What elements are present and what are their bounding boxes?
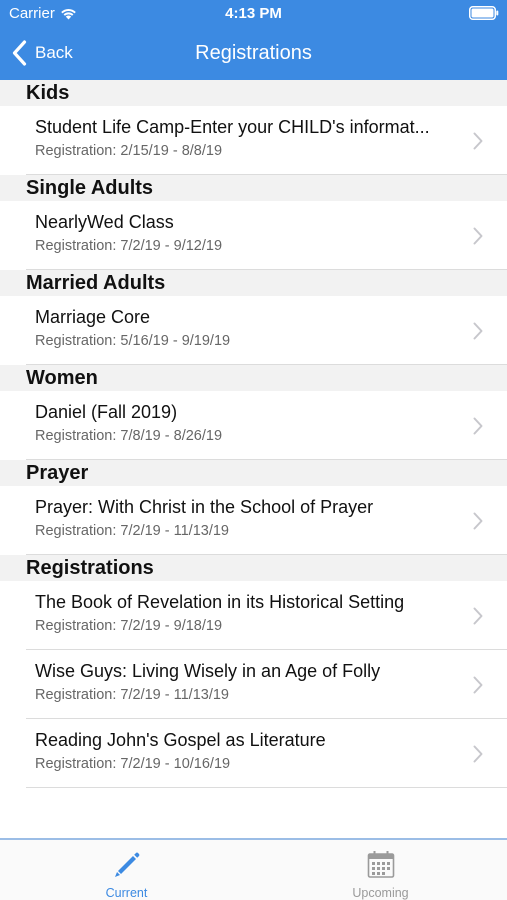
registration-title: Marriage Core xyxy=(35,307,151,327)
section-header: Prayer xyxy=(0,460,507,486)
row-divider xyxy=(26,364,507,365)
list-item[interactable]: Prayer: With Christ in the School of Pra… xyxy=(0,486,507,555)
registration-dates: Registration: 7/2/19 - 9/12/19 xyxy=(35,238,223,254)
row-divider xyxy=(26,459,507,460)
registration-dates: Registration: 7/2/19 - 9/18/19 xyxy=(35,618,223,634)
registration-dates: Registration: 7/2/19 - 11/13/19 xyxy=(35,687,229,703)
chevron-right-icon xyxy=(473,417,483,435)
header: Carrier 4:13 PM Back Registrations xyxy=(0,0,507,80)
registration-dates: Registration: 7/2/19 - 11/13/19 xyxy=(35,523,229,539)
registration-title: Reading John's Gospel as Literature xyxy=(35,730,326,750)
chevron-right-icon xyxy=(473,745,483,763)
chevron-right-icon xyxy=(473,676,483,694)
list-item[interactable]: Reading John's Gospel as Literature Regis… xyxy=(0,719,507,788)
status-time: 4:13 PM xyxy=(225,5,282,22)
registration-dates: Registration: 7/2/19 - 10/16/19 xyxy=(35,756,231,772)
registrations-list: Kids Student Life Camp-Enter your CHILD's… xyxy=(0,80,507,788)
section-header: Married Adults xyxy=(0,270,507,296)
chevron-right-icon xyxy=(473,322,483,340)
section-header: Registrations xyxy=(0,555,507,581)
registration-title: Student Life Camp-Enter your CHILD's inf… xyxy=(35,117,430,137)
nav-bar: Back Registrations xyxy=(0,28,507,80)
list-item[interactable]: The Book of Revelation in its Historical… xyxy=(0,581,507,650)
section-header: Kids xyxy=(0,80,507,106)
list-item[interactable]: Marriage Core Registration: 5/16/19 - 9/1… xyxy=(0,296,507,365)
tab-label-upcoming: Upcoming xyxy=(352,886,409,900)
registration-title: Daniel (Fall 2019) xyxy=(35,402,178,422)
chevron-right-icon xyxy=(473,607,483,625)
row-divider xyxy=(26,554,507,555)
tab-label-current: Current xyxy=(105,886,148,900)
battery-icon xyxy=(469,6,499,20)
tab-bar: Current Upcoming xyxy=(0,838,507,900)
chevron-right-icon xyxy=(473,132,483,150)
list-item[interactable]: NearlyWed Class Registration: 7/2/19 - 9/… xyxy=(0,201,507,270)
tab-upcoming[interactable]: Upcoming xyxy=(254,840,507,900)
registration-dates: Registration: 2/15/19 - 8/8/19 xyxy=(35,143,223,159)
chevron-right-icon xyxy=(473,227,483,245)
registration-dates: Registration: 7/8/19 - 8/26/19 xyxy=(35,428,223,444)
list-item[interactable]: Student Life Camp-Enter your CHILD's inf… xyxy=(0,106,507,175)
chevron-right-icon xyxy=(473,512,483,530)
list-item[interactable]: Wise Guys: Living Wisely in an Age of Fo… xyxy=(0,650,507,719)
section-header: Women xyxy=(0,365,507,391)
status-bar: Carrier 4:13 PM xyxy=(0,0,507,28)
registration-dates: Registration: 5/16/19 - 9/19/19 xyxy=(35,333,231,349)
tab-current[interactable]: Current xyxy=(0,840,253,900)
row-divider xyxy=(26,174,507,175)
registration-title: NearlyWed Class xyxy=(35,212,174,232)
calendar-icon xyxy=(367,851,394,878)
row-divider xyxy=(26,787,507,788)
section-header: Single Adults xyxy=(0,175,507,201)
page-title: Registrations xyxy=(195,42,312,64)
registration-title: The Book of Revelation in its Historical… xyxy=(35,592,405,612)
list-item[interactable]: Daniel (Fall 2019) Registration: 7/8/19 -… xyxy=(0,391,507,460)
registration-title: Wise Guys: Living Wisely in an Age of Fo… xyxy=(35,661,381,681)
pencil-icon xyxy=(114,852,139,877)
registration-title: Prayer: With Christ in the School of Pra… xyxy=(35,497,374,517)
row-divider xyxy=(26,269,507,270)
